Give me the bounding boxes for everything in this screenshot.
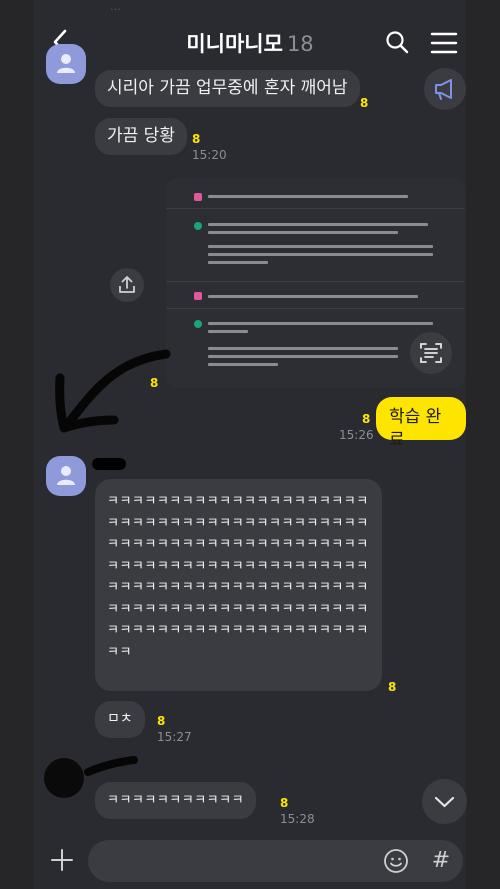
plus-icon	[51, 849, 73, 871]
image-text-line	[208, 295, 418, 298]
avatar[interactable]	[46, 44, 86, 84]
left-gutter	[0, 0, 34, 889]
member-count: 18	[286, 32, 314, 56]
share-button[interactable]	[110, 268, 144, 302]
chat-room-name: 미니마니모	[186, 32, 283, 56]
image-text-line	[208, 330, 248, 333]
faded-previous-text: …	[110, 0, 121, 13]
person-icon	[57, 54, 75, 73]
unread-count: 8	[157, 714, 166, 728]
image-text-line	[208, 231, 398, 234]
my-message-bubble[interactable]: 학습 완료	[376, 397, 466, 450]
message-bubble[interactable]: ㅋㅋㅋㅋㅋㅋㅋㅋㅋㅋㅋㅋㅋㅋㅋㅋㅋㅋㅋㅋㅋㅋㅋㅋㅋㅋㅋㅋㅋㅋㅋㅋㅋㅋㅋㅋㅋㅋㅋㅋ…	[95, 479, 382, 691]
attach-button[interactable]	[50, 848, 74, 872]
avatar[interactable]	[44, 758, 84, 798]
person-icon	[57, 466, 75, 485]
redacted-sender-name	[92, 458, 126, 470]
message-bubble[interactable]: ㅁㅊ	[95, 701, 145, 738]
right-gutter	[466, 0, 500, 889]
hash-icon[interactable]: #	[430, 848, 452, 874]
share-icon	[119, 276, 135, 293]
chevron-down-icon	[434, 796, 455, 808]
announcement-button[interactable]	[424, 68, 466, 110]
message-bubble[interactable]: 시리아 가끔 업무중에 혼자 깨어남	[95, 70, 360, 107]
image-divider	[166, 281, 465, 282]
image-text-line	[208, 245, 433, 248]
scan-text-icon	[420, 343, 442, 363]
scroll-to-bottom-button[interactable]	[422, 779, 467, 824]
image-text-line	[208, 261, 268, 264]
message-bubble[interactable]: ㅋㅋㅋㅋㅋㅋㅋㅋㅋㅋㅋ	[95, 782, 257, 819]
message-time: 15:20	[192, 148, 227, 162]
menu-button[interactable]	[430, 32, 458, 54]
unread-count: 8	[280, 796, 289, 810]
image-divider	[166, 208, 465, 209]
search-button[interactable]	[385, 30, 409, 54]
message-bubble[interactable]: 가끔 당황	[95, 118, 187, 155]
user-icon	[194, 292, 202, 300]
message-time: 15:26	[339, 428, 374, 442]
image-divider	[166, 308, 465, 309]
unread-count: 8	[360, 96, 369, 110]
image-text-line	[208, 253, 433, 256]
avatar[interactable]	[46, 456, 86, 496]
unread-count: 8	[388, 680, 397, 694]
unread-count: 8	[362, 412, 371, 426]
image-text-line	[208, 355, 398, 358]
menu-icon	[430, 32, 458, 54]
emoji-icon	[384, 849, 408, 873]
image-text-line	[208, 322, 433, 325]
unread-count: 8	[192, 132, 201, 146]
user-icon	[194, 193, 202, 201]
assistant-icon	[194, 222, 202, 230]
image-text-line	[208, 195, 408, 198]
message-time: 15:27	[157, 730, 192, 744]
announcement-icon	[435, 79, 452, 100]
message-time: 15:28	[280, 812, 315, 826]
image-text-line	[208, 347, 398, 350]
image-text-line	[208, 363, 278, 366]
image-text-line	[208, 223, 428, 226]
scan-text-button[interactable]	[410, 332, 452, 374]
emoji-button[interactable]	[383, 848, 409, 874]
assistant-icon	[194, 320, 202, 328]
redacted-sender-name	[84, 756, 138, 776]
search-icon	[386, 31, 409, 54]
hand-drawn-arrow	[55, 349, 171, 433]
